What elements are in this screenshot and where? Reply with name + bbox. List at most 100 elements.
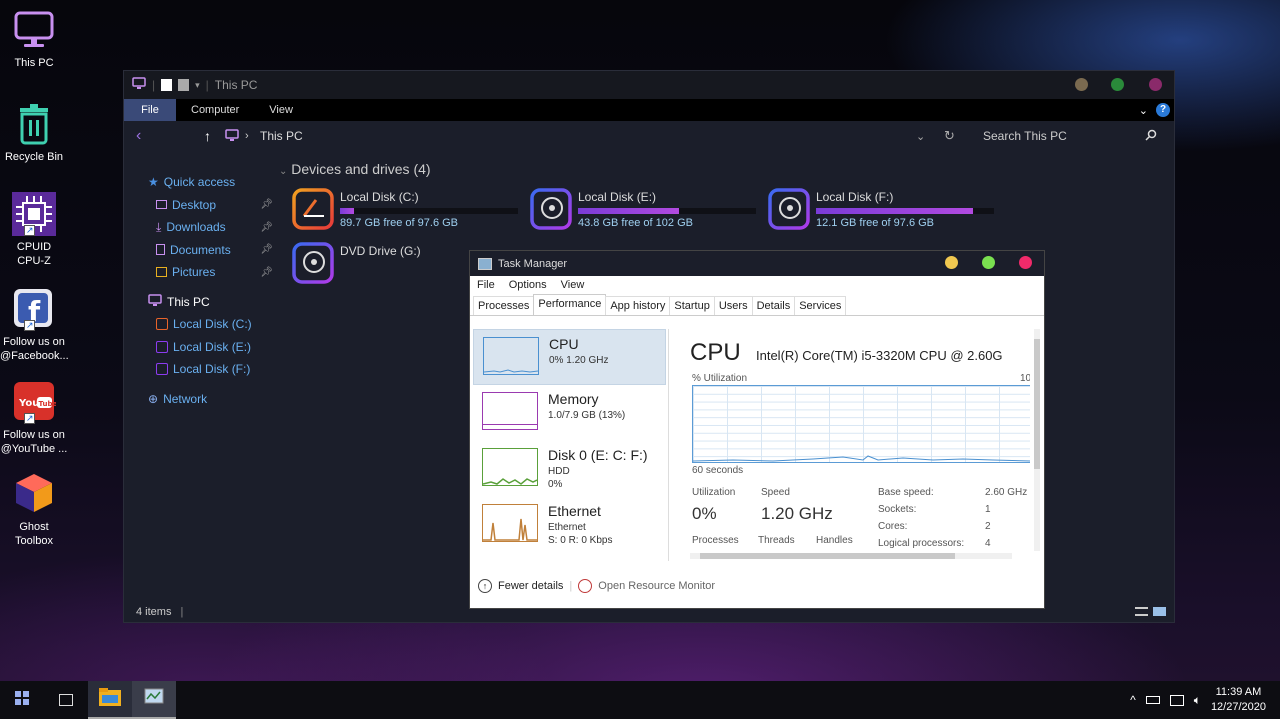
explorer-titlebar[interactable]: | ▾ | This PC <box>124 71 1174 99</box>
search-icon[interactable] <box>1145 129 1157 144</box>
fewer-details-link[interactable]: Fewer details <box>498 580 563 592</box>
up-arrow-icon[interactable]: ↑ <box>204 128 211 144</box>
start-button[interactable] <box>0 681 44 719</box>
chevron-down-icon[interactable]: ⌄ <box>916 130 925 143</box>
window-title: This PC <box>214 78 258 92</box>
clock[interactable]: 11:39 AM 12/27/2020 <box>1211 685 1266 715</box>
open-resource-monitor-link[interactable]: Open Resource Monitor <box>598 580 715 592</box>
pin-icon[interactable]: 📌︎ <box>260 244 273 255</box>
refresh-icon[interactable]: ↻ <box>944 128 955 144</box>
sidebar-item-local-disk-c[interactable]: Local Disk (C:) <box>138 313 273 336</box>
large-icons-view-icon[interactable] <box>1153 607 1166 616</box>
section-title: Devices and drives (4) <box>291 161 431 177</box>
taskbar-task-manager[interactable] <box>132 681 176 719</box>
maximize-button[interactable] <box>1111 78 1124 91</box>
desktop-icon-recycle-bin[interactable]: Recycle Bin <box>0 102 68 164</box>
task-manager-window[interactable]: Task Manager File Options View Processes… <box>469 250 1045 609</box>
sidebar-item-label: Local Disk (C:) <box>173 317 252 332</box>
sidebar-item-label: Downloads <box>166 220 226 235</box>
scrollbar-thumb[interactable] <box>1034 339 1040 469</box>
desktop-icon-this-pc[interactable]: This PC <box>0 8 68 70</box>
graph-max: 10 <box>1020 373 1030 384</box>
menu-view[interactable]: View <box>561 279 585 291</box>
tab-performance[interactable]: Performance <box>533 294 607 315</box>
spec-label: Base speed: <box>878 487 934 498</box>
new-folder-icon[interactable] <box>178 79 190 91</box>
close-button[interactable] <box>1149 78 1162 91</box>
tab-services[interactable]: Services <box>794 296 847 315</box>
tab-processes[interactable]: Processes <box>473 296 535 315</box>
perf-item-sub: 1.0/7.9 GB (13%) <box>548 410 626 421</box>
desktop-icon-youtube[interactable]: YouTube Follow us on @YouTube ... <box>0 380 68 456</box>
graph-label: % Utilization <box>692 373 748 384</box>
menu-view[interactable]: View <box>254 99 308 121</box>
sidebar-item-label: This PC <box>167 294 210 309</box>
tab-startup[interactable]: Startup <box>669 296 715 315</box>
pane-divider[interactable] <box>668 329 669 561</box>
sidebar-item-local-disk-e[interactable]: Local Disk (E:) <box>138 336 273 359</box>
chevron-down-icon[interactable]: ⌄ <box>1139 104 1148 117</box>
quick-access-dropdown-icon[interactable]: ▾ <box>195 80 200 91</box>
navigation-pane: ★ Quick access Desktop 📌︎ ⤓ Downloads 📌︎ Doc… <box>138 171 273 410</box>
sidebar-item-downloads[interactable]: ⤓ Downloads 📌︎ <box>138 216 273 239</box>
pin-icon[interactable]: 📌︎ <box>260 222 273 233</box>
menu-file[interactable]: File <box>477 279 495 291</box>
desktop-icon-cpu-z[interactable]: CPUID CPU-Z <box>0 192 68 268</box>
sidebar-item-network[interactable]: ⊕ Network <box>138 388 273 411</box>
horizontal-scrollbar[interactable] <box>690 553 1012 559</box>
sidebar-item-pictures[interactable]: Pictures 📌︎ <box>138 261 273 284</box>
desktop-icon-facebook[interactable]: f Follow us on @Facebook... <box>0 287 69 363</box>
sidebar-item-local-disk-f[interactable]: Local Disk (F:) <box>138 358 273 381</box>
sidebar-item-documents[interactable]: Documents 📌︎ <box>138 239 273 262</box>
sidebar-item-this-pc[interactable]: This PC <box>138 291 273 314</box>
perf-item-cpu[interactable]: CPU 0% 1.20 GHz <box>473 329 666 385</box>
speed-value: 1.20 GHz <box>761 504 833 523</box>
tab-app-history[interactable]: App history <box>605 296 671 315</box>
task-view-button[interactable] <box>44 681 88 719</box>
ethernet-thumbnail-graph <box>482 504 538 542</box>
battery-icon[interactable] <box>1145 696 1160 704</box>
menu-computer[interactable]: Computer <box>176 99 254 121</box>
drive-tile-f[interactable]: Local Disk (F:) 12.1 GB free of 97.6 GB <box>768 188 998 234</box>
network-icon[interactable] <box>1169 694 1184 706</box>
properties-icon[interactable] <box>161 79 173 91</box>
section-header[interactable]: ⌄ Devices and drives (4) <box>279 161 479 177</box>
volume-icon[interactable]: 🔈︎ <box>1194 693 1201 708</box>
back-arrow-icon[interactable]: ‹ <box>136 127 141 145</box>
chevron-up-icon[interactable]: ^ <box>1130 693 1136 707</box>
pin-icon[interactable]: 📌︎ <box>260 199 273 210</box>
perf-item-ethernet[interactable]: Ethernet Ethernet S: 0 R: 0 Kbps <box>473 497 666 553</box>
vertical-scrollbar[interactable] <box>1034 329 1040 551</box>
task-manager-titlebar[interactable]: Task Manager <box>470 251 1044 276</box>
help-icon[interactable]: ? <box>1156 103 1170 117</box>
chevron-up-circle-icon[interactable]: ↑ <box>478 579 492 593</box>
scrollbar-thumb[interactable] <box>700 553 955 559</box>
menu-file[interactable]: File <box>124 99 176 121</box>
close-button[interactable] <box>1019 256 1032 269</box>
desktop-icon-label: Ghost <box>19 521 49 533</box>
tab-users[interactable]: Users <box>713 296 753 315</box>
maximize-button[interactable] <box>982 256 995 269</box>
perf-item-sub: 0% <box>548 479 563 490</box>
details-view-icon[interactable] <box>1135 607 1148 616</box>
search-input[interactable]: Search This PC <box>983 129 1067 143</box>
perf-item-disk[interactable]: Disk 0 (E: C: F:) HDD 0% <box>473 441 666 497</box>
desktop-icon-ghost-toolbox[interactable]: Ghost Toolbox <box>0 472 68 548</box>
chevron-right-icon: › <box>245 130 249 142</box>
drive-name: Local Disk (E:) <box>578 190 657 204</box>
sidebar-quick-access[interactable]: ★ Quick access <box>138 171 273 194</box>
drive-tile-c[interactable]: Local Disk (C:) 89.7 GB free of 97.6 GB <box>292 188 522 234</box>
address-path[interactable]: This PC <box>260 129 303 143</box>
minimize-button[interactable] <box>1075 78 1088 91</box>
desktop-icon-label: CPU-Z <box>17 255 51 267</box>
pin-icon[interactable]: 📌︎ <box>260 267 273 278</box>
sidebar-item-desktop[interactable]: Desktop 📌︎ <box>138 194 273 217</box>
drive-tile-e[interactable]: Local Disk (E:) 43.8 GB free of 102 GB <box>530 188 760 234</box>
svg-text:Tube: Tube <box>39 400 57 408</box>
minimize-button[interactable] <box>945 256 958 269</box>
taskbar-file-explorer[interactable] <box>88 681 132 719</box>
menu-options[interactable]: Options <box>509 279 547 291</box>
facebook-icon: f <box>12 287 56 332</box>
tab-details[interactable]: Details <box>751 296 796 315</box>
perf-item-memory[interactable]: Memory 1.0/7.9 GB (13%) <box>473 385 666 441</box>
